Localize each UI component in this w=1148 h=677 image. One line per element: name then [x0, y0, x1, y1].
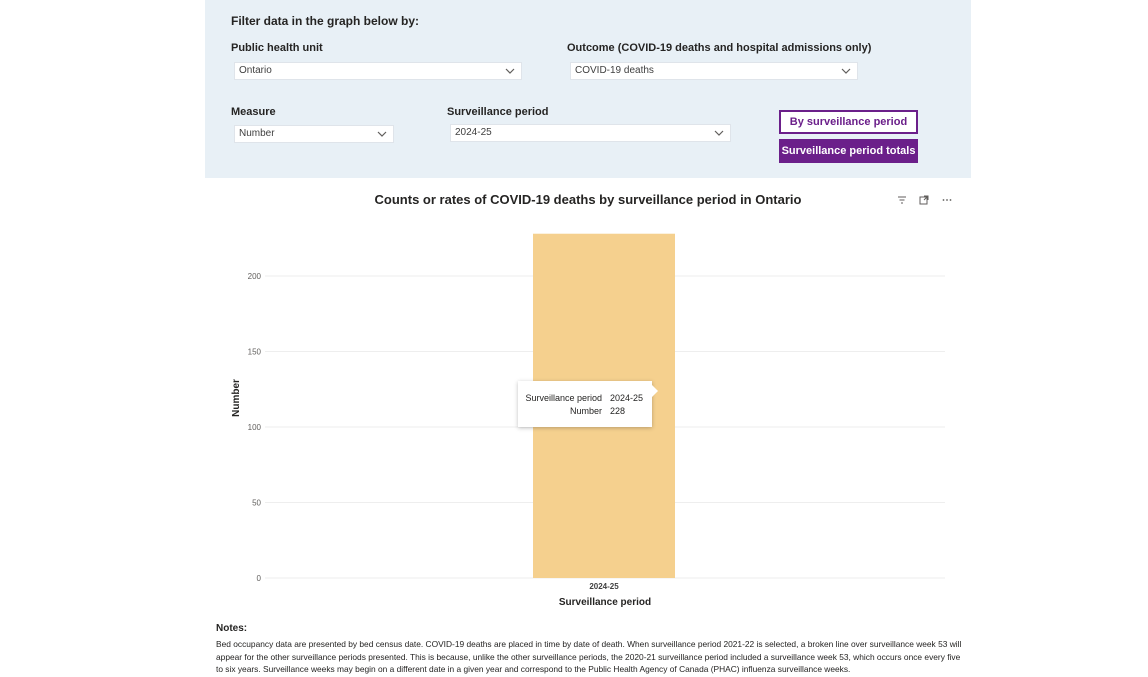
public-health-unit-value: Ontario — [239, 65, 272, 76]
chevron-down-icon — [505, 68, 515, 74]
filter-panel: Filter data in the graph below by: Publi… — [205, 0, 971, 178]
public-health-unit-label: Public health unit — [231, 42, 323, 54]
tooltip-period-label: Surveillance period — [525, 393, 602, 403]
surveillance-period-value: 2024-25 — [455, 127, 492, 138]
filter-heading: Filter data in the graph below by: — [231, 14, 420, 28]
measure-label: Measure — [231, 106, 276, 118]
tooltip-period-value: 2024-25 — [610, 393, 644, 403]
x-axis-ticks: 2024-25 — [589, 582, 619, 591]
surveillance-period-totals-button[interactable]: Surveillance period totals — [779, 139, 918, 163]
tooltip-measure-label: Number — [569, 406, 602, 416]
chart-title: Counts or rates of COVID-19 deaths by su… — [374, 192, 802, 207]
outcome-value: COVID-19 deaths — [575, 65, 654, 76]
by-surveillance-period-button[interactable]: By surveillance period — [779, 110, 918, 134]
chevron-down-icon — [714, 130, 724, 136]
more-options-icon[interactable] — [941, 193, 955, 205]
y-tick-label: 100 — [248, 423, 262, 432]
bar-tooltip: Surveillance period 2024-25 Number 228 — [518, 381, 658, 427]
measure-dropdown[interactable]: Number — [234, 125, 394, 143]
surveillance-period-dropdown[interactable]: 2024-25 — [450, 124, 731, 142]
chevron-down-icon — [841, 68, 851, 74]
chart-toolbar — [896, 193, 959, 211]
y-tick-label: 150 — [248, 348, 262, 357]
public-health-unit-dropdown[interactable]: Ontario — [234, 62, 522, 80]
notes-title: Notes: — [216, 623, 248, 634]
focus-mode-icon[interactable] — [918, 193, 932, 205]
x-axis-label: Surveillance period — [559, 597, 651, 608]
y-axis-label: Number — [231, 379, 242, 417]
y-tick-label: 200 — [248, 272, 262, 281]
tooltip-pointer — [652, 385, 658, 397]
x-tick-label: 2024-25 — [589, 582, 619, 591]
outcome-label: Outcome (COVID-19 deaths and hospital ad… — [567, 42, 872, 54]
filter-icon[interactable] — [896, 193, 910, 205]
y-tick-label: 0 — [257, 574, 262, 583]
y-axis-ticks: 0 50 100 150 200 — [248, 272, 262, 583]
outcome-dropdown[interactable]: COVID-19 deaths — [570, 62, 858, 80]
notes-text: Bed occupancy data are presented by bed … — [216, 639, 962, 674]
tooltip-measure-value: 228 — [610, 406, 626, 416]
y-tick-label: 50 — [252, 499, 261, 508]
measure-value: Number — [239, 128, 275, 139]
chevron-down-icon — [377, 131, 387, 137]
surveillance-period-label: Surveillance period — [447, 106, 549, 118]
